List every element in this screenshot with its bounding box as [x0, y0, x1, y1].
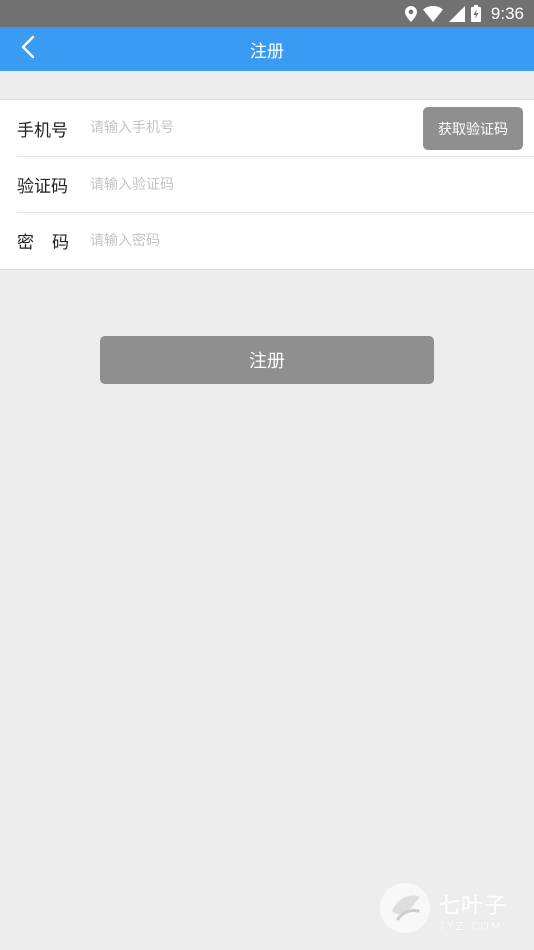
- wifi-icon: [422, 5, 443, 22]
- phone-row: 手机号 获取验证码: [17, 100, 534, 156]
- code-label: 验证码: [17, 177, 68, 197]
- leaf-logo-icon: [378, 881, 432, 939]
- signal-icon: [448, 5, 465, 22]
- phone-label: 手机号: [17, 120, 68, 141]
- watermark-domain: 7YZ.COM: [438, 919, 503, 933]
- app-bar: 注册: [0, 27, 534, 71]
- page-title: 注册: [250, 41, 284, 62]
- phone-input[interactable]: [90, 120, 390, 136]
- location-icon: [404, 5, 417, 22]
- status-bar: 9:36: [0, 0, 534, 27]
- code-input[interactable]: [90, 176, 390, 193]
- register-form: 手机号 获取验证码 验证码 密码: [0, 99, 534, 270]
- password-row: 密码: [17, 212, 534, 268]
- back-button[interactable]: [12, 33, 44, 65]
- password-input[interactable]: [90, 232, 390, 249]
- watermark: 七叶子 7YZ.COM: [378, 882, 524, 938]
- watermark-name: 七叶子: [438, 893, 508, 919]
- get-code-button[interactable]: 获取验证码: [423, 107, 523, 150]
- password-label: 密码: [17, 233, 87, 253]
- code-row: 验证码: [17, 156, 534, 212]
- register-button[interactable]: 注册: [100, 336, 434, 384]
- chevron-left-icon: [21, 35, 35, 63]
- status-time: 9:36: [490, 3, 524, 23]
- battery-charging-icon: [470, 5, 481, 22]
